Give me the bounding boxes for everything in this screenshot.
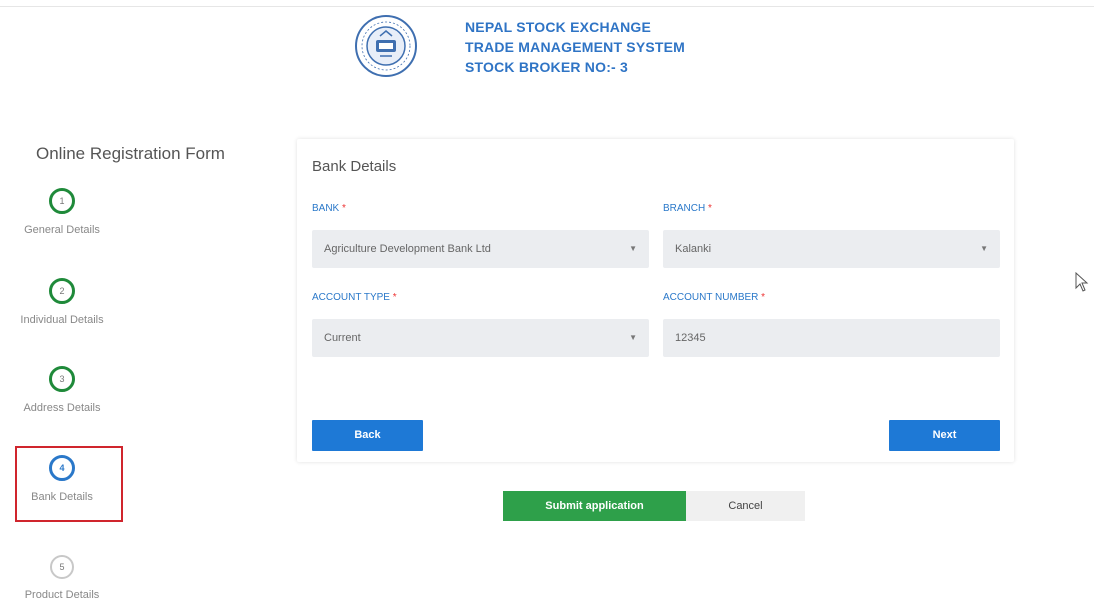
- bank-label-text: BANK: [312, 203, 340, 214]
- branch-value: Kalanki: [675, 243, 712, 255]
- cancel-button[interactable]: Cancel: [686, 491, 805, 521]
- header-line-1: NEPAL STOCK EXCHANGE: [465, 19, 652, 35]
- card-title: Bank Details: [312, 158, 397, 175]
- bank-label: BANK *: [312, 203, 346, 214]
- account-type-value: Current: [324, 332, 361, 344]
- bank-value: Agriculture Development Bank Ltd: [324, 243, 491, 255]
- branch-label: BRANCH *: [663, 203, 712, 214]
- branch-select[interactable]: Kalanki ▼: [663, 230, 1000, 268]
- bank-select[interactable]: Agriculture Development Bank Ltd ▼: [312, 230, 649, 268]
- account-type-label-text: ACCOUNT TYPE: [312, 292, 390, 303]
- step-product-details[interactable]: 5 Product Details: [10, 555, 114, 601]
- bank-details-card: Bank Details BANK * Agriculture Developm…: [297, 139, 1014, 462]
- caret-down-icon: ▼: [629, 333, 637, 342]
- branch-label-text: BRANCH: [663, 203, 706, 214]
- account-number-label-text: ACCOUNT NUMBER: [663, 292, 759, 303]
- step-circle: 2: [49, 278, 75, 304]
- step-individual-details[interactable]: 2 Individual Details: [10, 278, 114, 326]
- account-number-label: ACCOUNT NUMBER *: [663, 292, 765, 303]
- caret-down-icon: ▼: [980, 244, 988, 253]
- step-label: Product Details: [24, 589, 100, 601]
- nepse-logo: [355, 15, 417, 77]
- account-type-select[interactable]: Current ▼: [312, 319, 649, 357]
- required-mark: *: [342, 203, 346, 214]
- header-title: NEPAL STOCK EXCHANGE TRADE MANAGEMENT SY…: [465, 17, 685, 77]
- step-circle: 5: [50, 555, 74, 579]
- next-button[interactable]: Next: [889, 420, 1000, 451]
- required-mark: *: [708, 203, 712, 214]
- step-address-details[interactable]: 3 Address Details: [10, 366, 114, 414]
- step-label: Individual Details: [20, 314, 104, 326]
- account-number-value: 12345: [675, 332, 706, 344]
- required-mark: *: [392, 292, 397, 303]
- step-circle: 3: [49, 366, 75, 392]
- top-divider: [0, 6, 1094, 7]
- form-title: Online Registration Form: [36, 144, 225, 163]
- step-circle: 4: [49, 455, 75, 481]
- back-button[interactable]: Back: [312, 420, 423, 451]
- step-label: Bank Details: [31, 491, 93, 503]
- account-number-input[interactable]: 12345: [663, 319, 1000, 357]
- submit-application-button[interactable]: Submit application: [503, 491, 686, 521]
- account-type-label: ACCOUNT TYPE *: [312, 292, 397, 303]
- step-label: General Details: [24, 224, 100, 236]
- step-bank-details[interactable]: 4 Bank Details: [10, 455, 114, 503]
- caret-down-icon: ▼: [629, 244, 637, 253]
- step-general-details[interactable]: 1 General Details: [10, 188, 114, 236]
- mouse-cursor-icon: [1075, 272, 1089, 292]
- step-circle: 1: [49, 188, 75, 214]
- step-label: Address Details: [23, 402, 101, 414]
- header-line-3: STOCK BROKER NO:- 3: [465, 59, 628, 75]
- required-mark: *: [761, 292, 766, 303]
- header-line-2: TRADE MANAGEMENT SYSTEM: [465, 39, 686, 55]
